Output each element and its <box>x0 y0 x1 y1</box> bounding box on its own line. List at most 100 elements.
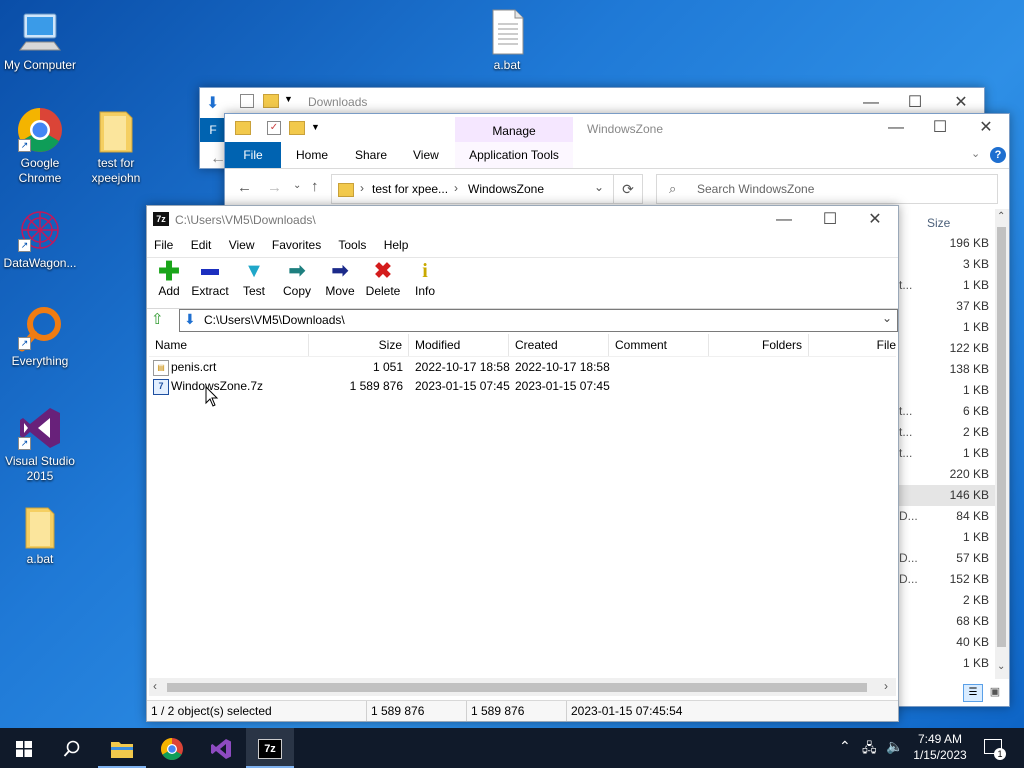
path-text[interactable]: C:\Users\VM5\Downloads\ <box>204 313 345 327</box>
desktop-icon-datawagon[interactable]: ↗ DataWagon... <box>0 206 80 271</box>
file-size[interactable]: 2 KB <box>963 593 989 607</box>
list-item[interactable]: 7 WindowsZone.7z 1 589 876 2023-01-15 07… <box>149 377 896 396</box>
tab-application-tools[interactable]: Application Tools <box>455 142 573 168</box>
volume-icon[interactable]: 🔈 <box>886 738 903 755</box>
menu-view[interactable]: View <box>229 238 255 252</box>
properties-checkbox-icon[interactable]: ✓ <box>267 121 281 135</box>
menu-file[interactable]: File <box>154 238 173 252</box>
file-size[interactable]: 84 KB <box>956 509 989 523</box>
search-button[interactable] <box>48 728 96 768</box>
file-size[interactable]: 196 KB <box>950 236 989 250</box>
up-folder-icon[interactable]: ⇧ <box>151 310 169 328</box>
file-size[interactable]: 37 KB <box>956 299 989 313</box>
large-icons-view-icon[interactable]: ▣ <box>987 684 1003 700</box>
properties-checkbox-icon[interactable] <box>240 94 254 108</box>
file-list[interactable]: Size 196 KB 3 KB 1 KB t... 37 KB 1 KB 122 KB 13… <box>899 209 995 679</box>
add-button[interactable]: ✚ Add <box>147 258 191 298</box>
address-bar[interactable]: › test for xpee... › WindowsZone ⌄ <box>331 174 643 204</box>
start-button[interactable] <box>0 728 48 768</box>
details-view-icon[interactable]: ☰ <box>963 684 983 702</box>
extract-button[interactable]: Extract <box>188 258 232 298</box>
file-size[interactable]: 57 KB <box>956 551 989 565</box>
tab-home[interactable]: Home <box>296 142 328 168</box>
info-button[interactable]: i Info <box>403 258 447 298</box>
desktop-icon-everything[interactable]: ↗ Everything <box>0 304 80 369</box>
show-hidden-icons-chevron-icon[interactable]: ⌃ <box>839 738 851 755</box>
taskbar-visual-studio[interactable] <box>197 728 245 768</box>
new-folder-icon[interactable] <box>263 94 279 108</box>
desktop-icon-test-folder[interactable]: test for xpeejohn <box>76 106 156 186</box>
back-arrow-icon[interactable]: ← <box>237 179 252 196</box>
taskbar-chrome[interactable] <box>148 728 196 768</box>
title-bar[interactable]: ✓ ▼ Manage WindowsZone — ☐ ✕ <box>225 114 1009 143</box>
close-button[interactable]: ✕ <box>963 114 1009 142</box>
tab-file[interactable]: File <box>225 142 281 168</box>
scroll-left-icon[interactable]: ‹ <box>153 679 157 693</box>
delete-button[interactable]: ✖ Delete <box>361 258 405 298</box>
menu-favorites[interactable]: Favorites <box>272 238 321 252</box>
menu-tools[interactable]: Tools <box>338 238 366 252</box>
file-size[interactable]: 1 KB <box>963 656 989 670</box>
minimize-button[interactable]: — <box>761 206 807 234</box>
close-button[interactable]: ✕ <box>852 206 898 234</box>
file-size[interactable]: 152 KB <box>950 572 989 586</box>
scroll-up-icon[interactable]: ⌃ <box>997 211 1005 222</box>
help-icon[interactable]: ? <box>990 147 1006 163</box>
scroll-thumb[interactable] <box>167 683 867 692</box>
move-button[interactable]: ➡ Move <box>318 258 362 298</box>
scroll-thumb[interactable] <box>997 227 1006 647</box>
path-dropdown-icon[interactable]: ⌄ <box>882 311 892 325</box>
desktop-icon-a-bat-folder[interactable]: a.bat <box>0 502 80 567</box>
path-combobox[interactable]: ⬇ C:\Users\VM5\Downloads\ ⌄ <box>179 309 898 332</box>
seven-zip-window[interactable]: 7z C:\Users\VM5\Downloads\ — ☐ ✕ File Ed… <box>146 205 899 722</box>
file-size[interactable]: 40 KB <box>956 635 989 649</box>
scroll-down-icon[interactable]: ⌄ <box>997 661 1005 672</box>
file-size[interactable]: 68 KB <box>956 614 989 628</box>
taskbar-seven-zip[interactable]: 7z <box>246 728 294 768</box>
maximize-button[interactable]: ☐ <box>917 114 963 142</box>
list-item[interactable]: ▤ penis.crt 1 051 2022-10-17 18:58 2022-… <box>149 358 896 377</box>
column-header-created[interactable]: Created <box>509 334 609 356</box>
vertical-scrollbar[interactable]: ⌃ ⌄ <box>995 209 1009 679</box>
file-size[interactable]: 1 KB <box>963 320 989 334</box>
column-header-folders[interactable]: Folders <box>709 334 809 356</box>
column-header-size[interactable]: Size <box>927 216 950 230</box>
minimize-button[interactable]: — <box>873 114 919 142</box>
menu-help[interactable]: Help <box>384 238 409 252</box>
network-icon[interactable]: 🖧 <box>862 739 877 761</box>
file-size[interactable]: 3 KB <box>963 257 989 271</box>
desktop-icon-visual-studio[interactable]: ↗ Visual Studio 2015 <box>0 404 80 484</box>
clock[interactable]: 7:49 AM 1/15/2023 <box>908 731 972 763</box>
file-size[interactable]: 1 KB <box>963 278 989 292</box>
file-size[interactable]: 122 KB <box>950 341 989 355</box>
expand-ribbon-icon[interactable]: ⌄ <box>971 147 980 160</box>
tab-view[interactable]: View <box>413 142 439 168</box>
file-size[interactable]: 146 KB <box>950 488 989 502</box>
action-center-button[interactable]: 1 <box>982 736 1006 760</box>
taskbar-file-explorer[interactable] <box>98 728 146 768</box>
desktop-icon-a-bat-top[interactable]: a.bat <box>467 8 547 73</box>
file-size[interactable]: 2 KB <box>963 425 989 439</box>
file-tab[interactable]: F <box>200 118 226 142</box>
manage-context-tab[interactable]: Manage <box>455 117 573 143</box>
column-header-name[interactable]: Name <box>149 334 309 356</box>
horizontal-scrollbar[interactable]: ‹ › <box>149 678 896 696</box>
customize-dropdown-icon[interactable]: ▼ <box>311 122 320 132</box>
up-arrow-icon[interactable]: ↑ <box>311 178 319 195</box>
maximize-button[interactable]: ☐ <box>807 206 853 234</box>
scroll-right-icon[interactable]: › <box>884 679 888 693</box>
file-size[interactable]: 6 KB <box>963 404 989 418</box>
breadcrumb-item[interactable]: WindowsZone <box>468 182 544 196</box>
file-size[interactable]: 1 KB <box>963 446 989 460</box>
new-folder-icon[interactable] <box>289 121 305 135</box>
title-bar[interactable]: 7z C:\Users\VM5\Downloads\ — ☐ ✕ <box>147 206 898 234</box>
address-dropdown-icon[interactable]: ⌄ <box>594 180 604 194</box>
file-size[interactable]: 138 KB <box>950 362 989 376</box>
file-list[interactable]: ▤ penis.crt 1 051 2022-10-17 18:58 2022-… <box>149 358 896 676</box>
file-size[interactable]: 1 KB <box>963 383 989 397</box>
column-header-comment[interactable]: Comment <box>609 334 709 356</box>
quick-access-down-arrow-icon[interactable]: ⬇ <box>206 93 219 113</box>
customize-dropdown-icon[interactable]: ▼ <box>284 94 293 104</box>
file-size[interactable]: 1 KB <box>963 530 989 544</box>
column-header-files[interactable]: File <box>809 334 896 356</box>
